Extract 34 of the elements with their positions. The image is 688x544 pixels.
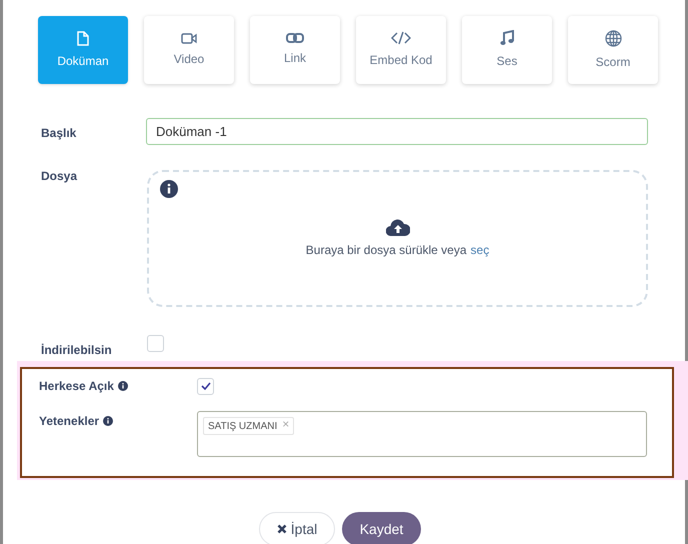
document-icon <box>77 30 89 46</box>
cancel-button[interactable]: İptal <box>259 512 335 544</box>
content-type-tab[interactable]: Link <box>250 16 340 84</box>
field-label: İndirilebilsin <box>41 342 113 359</box>
info-icon <box>118 381 128 391</box>
code-icon <box>391 31 411 45</box>
close-icon <box>276 524 287 534</box>
checkbox[interactable] <box>147 335 164 352</box>
content-type-tab[interactable]: Embed Kod <box>356 16 446 84</box>
content-type-tab[interactable]: Ses <box>462 16 552 84</box>
content-type-tab[interactable]: Scorm <box>568 16 658 84</box>
field-label: Dosya <box>41 168 78 185</box>
file-drop-zone[interactable]: Buraya bir dosya sürükle veya seç <box>147 170 648 307</box>
video-camera-icon <box>181 32 197 44</box>
checkmark-icon <box>200 382 210 390</box>
globe-icon <box>604 30 622 46</box>
info-icon <box>103 416 114 426</box>
field-label: Herkese Açık <box>39 378 114 395</box>
drop-instruction: Buraya bir dosya sürükle veya <box>306 242 467 258</box>
link-icon <box>286 33 304 43</box>
field-label: Yetenekler <box>39 413 100 430</box>
music-note-icon <box>500 30 514 46</box>
remove-tag-button[interactable]: × <box>282 418 290 430</box>
save-button[interactable]: Kaydet <box>342 512 421 544</box>
checkbox[interactable] <box>197 378 214 394</box>
field-label: Başlık <box>41 125 78 142</box>
tag-label: SATIŞ UZMANI <box>208 420 278 434</box>
skills-tag-field[interactable]: SATIŞ UZMANI × <box>197 411 647 457</box>
select-file-link[interactable]: seç <box>470 240 490 258</box>
content-type-tab[interactable]: Video <box>144 16 234 84</box>
content-type-tab[interactable]: Doküman <box>38 16 128 84</box>
info-icon <box>160 180 178 198</box>
cloud-upload-icon <box>386 218 410 236</box>
title-input-field[interactable]: Doküman -1 <box>146 118 648 145</box>
